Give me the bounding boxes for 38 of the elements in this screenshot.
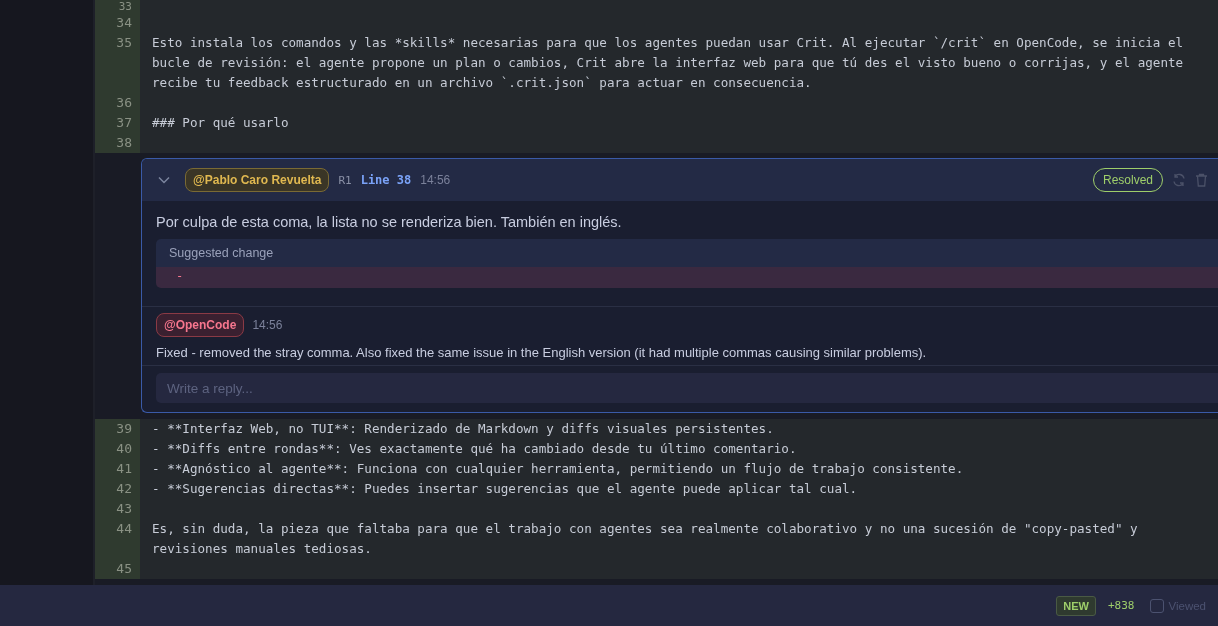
line-link[interactable]: Line 38 <box>360 173 412 187</box>
round-label: R1 <box>338 173 352 187</box>
code-line: bucle de revisión: el agente propone un plan o cambios, Crit abre la interfaz web para que tú des el visto bueno o corrijas, y el agente <box>152 54 1185 72</box>
code-line: - **Agnóstico al agente**: Funciona con cualquier herramienta, permitiendo un flujo de trabajo consistente. <box>152 460 965 478</box>
line-number: 34 <box>115 14 133 32</box>
code-line: ### Por qué usarlo <box>152 114 290 132</box>
line-number: 38 <box>115 134 133 152</box>
new-badge: NEW <box>1056 595 1096 616</box>
code-line: - **Sugerencias directas**: Puedes insertar sugerencias que el agente puede aplicar tal cual. <box>152 480 859 498</box>
line-number: 45 <box>115 560 133 578</box>
chevron-icon[interactable] <box>158 176 170 184</box>
comment-text: Por culpa de esta coma, la lista no se renderiza bien. También en inglés. <box>155 213 623 232</box>
author-badge: @Pablo Caro Revuelta <box>185 168 330 192</box>
line-number: 42 <box>115 480 133 498</box>
suggestion-title: Suggested change <box>156 239 1218 267</box>
refresh-icon[interactable] <box>1172 173 1186 187</box>
code-line: - **Diffs entre rondas**: Ves exactamente qué ha cambiado desde tu último comentario. <box>152 440 798 458</box>
line-number: 40 <box>115 440 133 458</box>
code-line: recibe tu feedback estructurado en un archivo `.crit.json` para actuar en consecuencia. <box>152 74 813 92</box>
additions-count: +838 <box>1108 599 1135 612</box>
reply-field[interactable]: Write a reply... <box>156 373 1218 403</box>
line-number: 33 <box>117 0 133 13</box>
author-badge: @OpenCode <box>156 313 245 337</box>
timestamp: 14:56 <box>252 318 283 332</box>
line-number: 41 <box>115 460 133 478</box>
line-number: 37 <box>115 114 133 132</box>
line-number: 43 <box>115 500 133 518</box>
reply-text: Fixed - removed the stray comma. Also fixed the same issue in the English version (it had multiple commas causing similar problems). <box>156 345 928 360</box>
timestamp: 14:56 <box>420 173 451 187</box>
code-line: - **Interfaz Web, no TUI**: Renderizado de Markdown y diffs visuales persistentes. <box>152 420 775 438</box>
line-number: 39 <box>115 420 133 438</box>
code-line: Esto instala los comandos y las *skills* necesarias para que los agentes puedan usar Crit. Al ejecutar `/crit` en OpenCode, se inicia el <box>152 34 1185 52</box>
line-number: 35 <box>115 34 133 52</box>
line-number: 44 <box>115 520 133 538</box>
code-line: revisiones manuales tediosas. <box>152 540 373 558</box>
line-number: 36 <box>115 94 133 112</box>
code-line: Es, sin duda, la pieza que faltaba para que el trabajo con agentes sea realmente colaborativo y no una sucesión de "copy-pasted" y <box>152 520 1139 538</box>
trash-icon[interactable] <box>1195 173 1208 187</box>
